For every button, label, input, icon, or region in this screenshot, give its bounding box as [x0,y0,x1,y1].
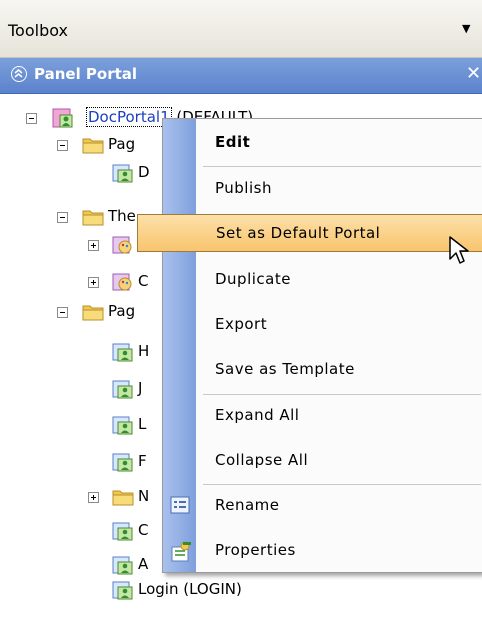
tree-node-label: C [138,521,149,539]
menu-item-set-default-portal[interactable]: Set as Default Portal [137,214,482,252]
folder-icon [82,208,104,230]
menu-item-properties[interactable]: Properties [163,529,481,574]
expand-toggle-icon[interactable] [88,240,99,251]
folder-icon [82,136,104,158]
tree-node-page[interactable]: H [0,338,162,366]
menu-item-label: Properties [215,541,296,559]
collapse-toggle-icon[interactable] [57,212,68,223]
tree-node-login[interactable]: Login (LOGIN) [0,576,300,604]
properties-icon [170,541,192,567]
menu-item-expand-all[interactable]: Expand All [163,394,481,439]
toolbox-title: Toolbox [8,21,68,40]
mouse-cursor-icon [448,235,474,271]
page-icon [112,342,134,366]
menu-item-edit[interactable]: Edit [163,121,481,166]
folder-icon [112,488,134,510]
tree-node-label: L [138,415,147,433]
tree-node-page[interactable]: J [0,375,162,403]
tree-node-label: The [108,207,136,225]
collapse-panel-icon[interactable] [11,66,27,82]
tree-node-label: N [138,487,150,505]
page-icon [112,521,134,545]
tree-node-folder[interactable]: Pag [0,131,162,159]
tree-node-label: F [138,452,147,470]
rename-icon [170,496,190,518]
page-icon [112,452,134,476]
menu-item-export[interactable]: Export [163,303,481,348]
menu-item-label: Collapse All [215,451,309,469]
menu-item-label: Save as Template [215,360,355,378]
close-panel-icon[interactable]: ✕ [466,63,481,84]
collapse-toggle-icon[interactable] [57,140,68,151]
collapse-toggle-icon[interactable] [57,307,68,318]
root-node-name: DocPortal1 [86,107,172,127]
tree-node-label: D [138,163,150,181]
menu-item-label: Rename [215,496,280,514]
tree-node-label: A [138,555,149,573]
tree-node-label: Pag [108,135,136,153]
tree-node-page[interactable]: D [0,159,162,187]
toolbox-dropdown-icon[interactable]: ▼ [462,22,470,35]
menu-item-label: Publish [215,179,272,197]
tree-node-page[interactable]: C [0,517,162,545]
menu-item-save-as-template[interactable]: Save as Template [163,348,481,393]
page-icon [112,580,134,604]
menu-item-collapse-all[interactable]: Collapse All [163,439,481,484]
tree-node-label: Pag [108,302,136,320]
tree-node-folder[interactable]: Pag [0,298,162,326]
collapse-toggle-icon[interactable] [26,113,37,124]
panel-title: Panel Portal [34,65,138,83]
context-menu: Edit Publish Set as Default Portal Dupli… [137,118,482,574]
portal-icon [52,107,74,133]
menu-item-label: Expand All [215,406,300,424]
panel-portal-header[interactable]: Panel Portal ✕ [0,58,482,94]
menu-item-rename[interactable]: Rename [163,484,481,529]
folder-icon [82,303,104,325]
theme-icon [112,235,134,259]
expand-toggle-icon[interactable] [88,492,99,503]
page-icon [112,415,134,439]
tree-node-theme[interactable]: C [0,268,162,296]
tree-node-page[interactable]: A [0,551,162,579]
tree-node-label: H [138,342,150,360]
menu-item-duplicate[interactable]: Duplicate [163,258,481,303]
toolbox-header: Toolbox ▼ [0,0,482,58]
tree-node-page[interactable]: F [0,448,162,476]
menu-item-publish[interactable]: Publish [163,167,481,212]
tree-node-label: Login (LOGIN) [138,580,242,598]
page-icon [112,379,134,403]
menu-item-label: Set as Default Portal [216,224,381,242]
menu-item-label: Export [215,315,268,333]
theme-icon [112,272,134,296]
tree-node-page[interactable]: L [0,411,162,439]
tree-node-folder[interactable]: N [0,483,162,511]
page-icon [112,163,134,187]
menu-item-label: Duplicate [215,270,291,288]
expand-toggle-icon[interactable] [88,277,99,288]
menu-item-label: Edit [215,133,251,151]
tree-node-label: J [138,379,143,397]
tree-node-label: C [138,272,149,290]
